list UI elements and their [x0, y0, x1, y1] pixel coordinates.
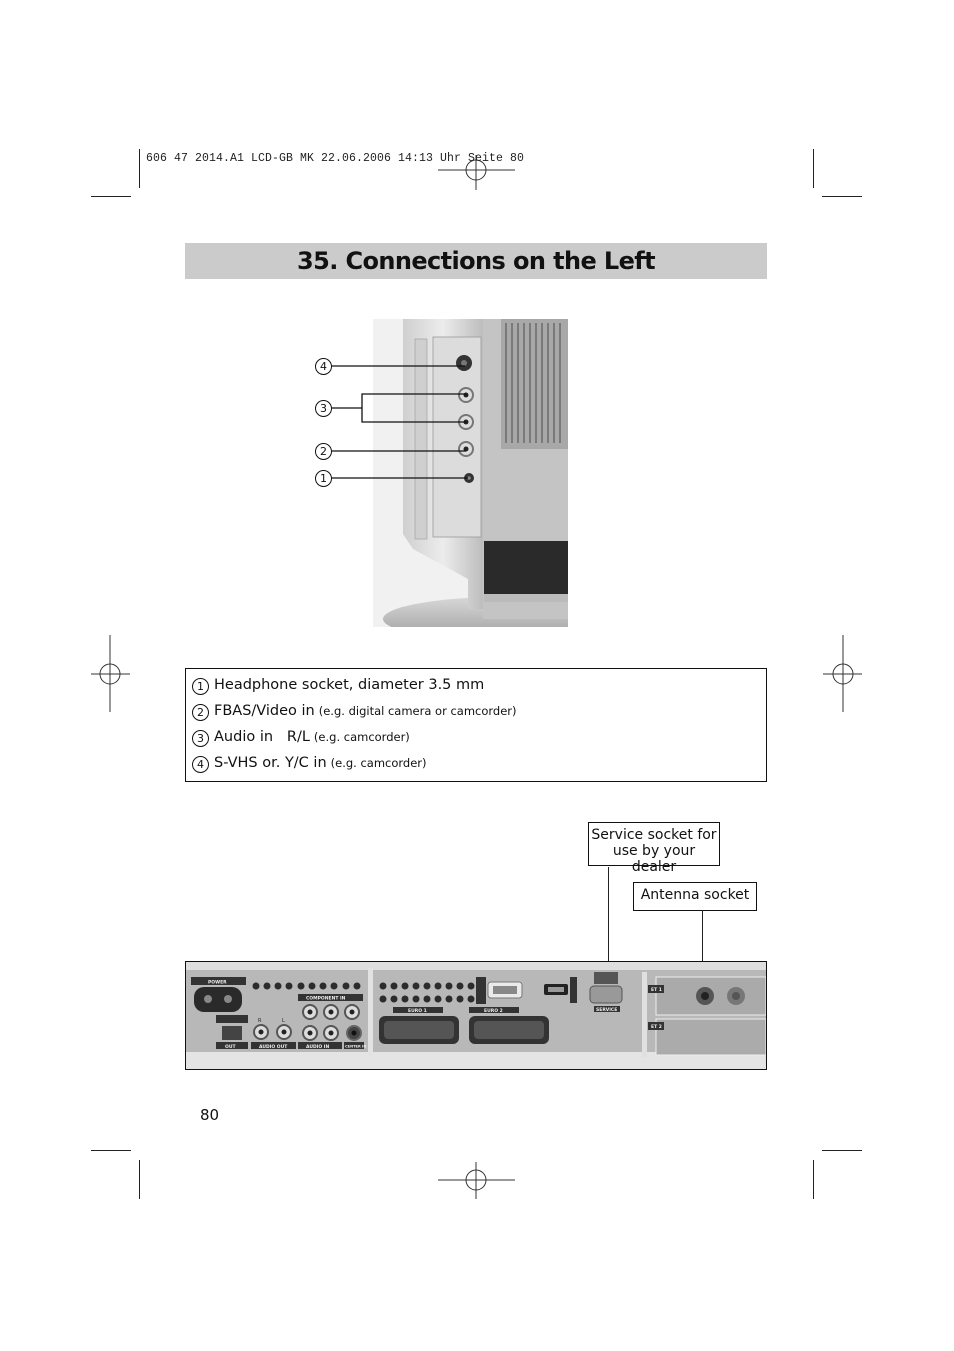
et1-label: ET 1	[651, 987, 662, 993]
callout-1: 1	[315, 470, 332, 487]
service-label: SERVICE	[596, 1007, 617, 1013]
legend-item: 2 FBAS/Video in (e.g. digital camera or …	[192, 703, 517, 721]
center-in-label: CENTER IN	[345, 1045, 366, 1049]
callout-4: 4	[315, 358, 332, 375]
legend-item: 1 Headphone socket, diameter 3.5 mm	[192, 677, 485, 695]
antenna-socket-label: Antenna socket	[633, 882, 757, 911]
callout-lines	[332, 365, 468, 479]
component-in-label: COMPONENT IN	[306, 996, 346, 1002]
euro1-label: EURO 1	[408, 1008, 427, 1014]
registration-mark-left	[91, 635, 130, 712]
rear-panel-illustration: POWER OUT R L AUDIO OUT COMPONENT IN AUD…	[186, 962, 766, 1069]
legend-note: (e.g. camcorder)	[313, 730, 410, 744]
print-slug: 606 47 2014.A1 LCD-GB MK 22.06.2006 14:1…	[146, 152, 525, 165]
page-number: 80	[200, 1106, 220, 1124]
legend-num: 2	[192, 704, 209, 721]
service-label-line1: Service socket for	[591, 827, 717, 843]
audio-out-l: L	[282, 1018, 285, 1024]
legend-text: FBAS/Video in	[214, 703, 315, 719]
legend-text: Headphone socket, diameter 3.5 mm	[214, 677, 485, 693]
legend-item: 3 Audio in R/L (e.g. camcorder)	[192, 729, 410, 747]
registration-mark-bottom	[438, 1162, 515, 1199]
section-title: 35. Connections on the Left	[297, 247, 656, 275]
rear-panel-photo: POWER OUT R L AUDIO OUT COMPONENT IN AUD…	[185, 961, 767, 1070]
audio-out-r: R	[258, 1018, 262, 1024]
legend-text: S-VHS or. Y/C in	[214, 755, 327, 771]
legend-num: 1	[192, 678, 209, 695]
connections-legend: 1 Headphone socket, diameter 3.5 mm 2 FB…	[185, 668, 767, 782]
callout-2: 2	[315, 443, 332, 460]
service-socket-label: Service socket for use by your dealer	[588, 822, 720, 875]
et2-label: ET 2	[651, 1024, 662, 1030]
section-title-bar: 35. Connections on the Left	[185, 243, 767, 279]
legend-text: Audio in R/L	[214, 729, 310, 745]
audio-in-label: AUDIO IN	[306, 1044, 329, 1050]
legend-item: 4 S-VHS or. Y/C in (e.g. camcorder)	[192, 755, 427, 773]
callout-3: 3	[315, 400, 332, 417]
legend-num: 3	[192, 730, 209, 747]
registration-mark-right	[823, 635, 862, 712]
legend-note: (e.g. camcorder)	[330, 756, 427, 770]
legend-num: 4	[192, 756, 209, 773]
out-label: OUT	[225, 1044, 236, 1050]
callout-bracket-3	[361, 393, 466, 423]
euro2-label: EURO 2	[484, 1008, 503, 1014]
audio-out-label: AUDIO OUT	[259, 1044, 288, 1050]
power-label: POWER	[208, 980, 227, 986]
legend-note: (e.g. digital camera or camcorder)	[318, 704, 517, 718]
